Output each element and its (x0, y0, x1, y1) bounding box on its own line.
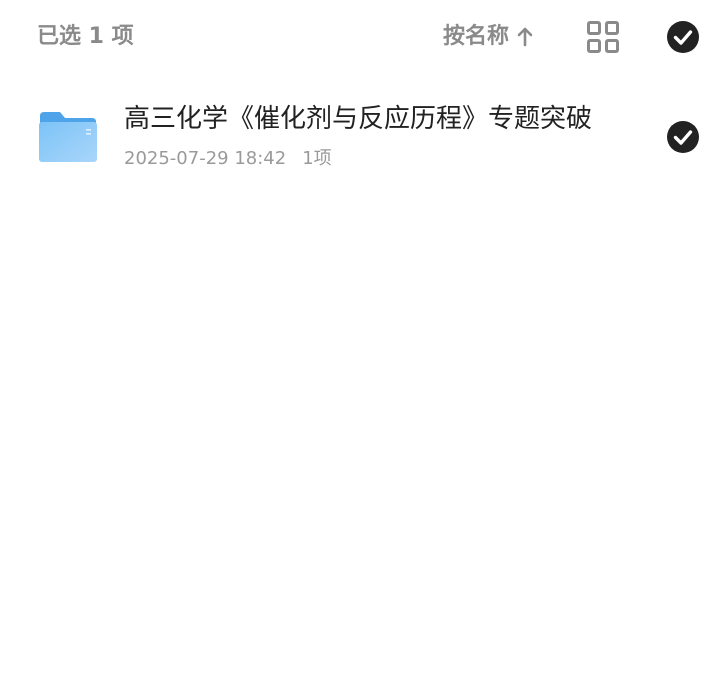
file-meta: 2025-07-29 18:42 1项 (124, 147, 332, 171)
file-list: 高三化学《催化剂与反应历程》专题突破 2025-07-29 18:42 1项 (0, 86, 714, 188)
sort-by-name-button[interactable]: 按名称 (443, 22, 533, 52)
file-row[interactable]: 高三化学《催化剂与反应历程》专题突破 2025-07-29 18:42 1项 (0, 86, 714, 188)
modified-date: 2025-07-29 18:42 (124, 148, 287, 169)
folder-icon (39, 112, 97, 162)
arrow-up-icon (517, 27, 533, 47)
file-selection-page: 已选 1 项 按名称 高三化学《催化剂与反应历程》专题突破 2025-07-29… (0, 0, 714, 691)
item-count: 1项 (302, 148, 332, 169)
row-check-icon[interactable] (666, 120, 700, 154)
select-all-check-icon[interactable] (666, 20, 700, 54)
selection-toolbar: 已选 1 项 按名称 (0, 0, 714, 76)
file-name: 高三化学《催化剂与反应历程》专题突破 (124, 104, 593, 134)
grid-view-icon[interactable] (586, 20, 620, 54)
sort-label: 按名称 (443, 24, 510, 49)
selection-count-label: 已选 1 项 (37, 24, 134, 49)
